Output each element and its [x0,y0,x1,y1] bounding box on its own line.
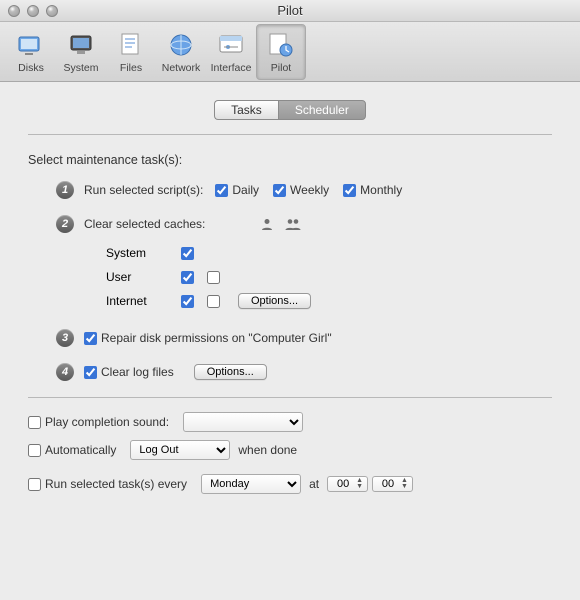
network-icon [166,30,196,60]
auto-post-label: when done [238,443,297,457]
checkbox-run-every[interactable]: Run selected task(s) every [28,477,187,491]
cache-row-user: User [56,265,552,289]
hour-down[interactable]: ▼ [356,484,363,490]
cache-internet-user-checkbox[interactable] [181,295,194,308]
checkbox-weekly[interactable]: Weekly [273,183,329,197]
hour-input[interactable] [332,478,354,490]
divider-2 [28,397,552,398]
toolbar-label: Network [162,62,201,74]
day-select[interactable]: Monday [201,474,301,494]
logs-options-button[interactable]: Options... [194,364,267,380]
tab-scheduler[interactable]: Scheduler [278,100,366,120]
section-title: Select maintenance task(s): [28,153,552,167]
toolbar-label: System [63,62,98,74]
internet-options-button[interactable]: Options... [238,293,311,309]
cache-row-internet: Internet Options... [56,289,552,313]
checkbox-repair-permissions[interactable]: Repair disk permissions on "Computer Gir… [84,331,332,345]
user-icon [254,217,280,231]
interface-icon [216,30,246,60]
cache-user-group-checkbox[interactable] [207,271,220,284]
divider [28,134,552,135]
cache-row-system: System [56,241,552,265]
hour-stepper[interactable]: ▲▼ [327,476,368,492]
toolbar-label: Pilot [271,62,291,74]
toolbar-label: Disks [18,62,44,74]
step-2-label: Clear selected caches: [84,217,254,231]
window-title: Pilot [0,3,580,18]
disks-icon [16,30,46,60]
auto-action-select[interactable]: Log Out [130,440,230,460]
clear-logs-label: Clear log files [101,365,174,379]
step-1-row: 1 Run selected script(s): Daily Weekly M… [56,181,552,199]
step-2-row: 2 Clear selected caches: [56,215,552,233]
play-sound-label: Play completion sound: [45,415,169,429]
minute-input[interactable] [377,478,399,490]
schedule-row: Run selected task(s) every Monday at ▲▼ … [28,474,552,494]
cache-system-label: System [56,246,176,260]
cache-internet-label: Internet [56,294,176,308]
repair-label: Repair disk permissions on "Computer Gir… [101,331,332,345]
step-1-label: Run selected script(s): [84,183,203,197]
cache-user-label: User [56,270,176,284]
toolbar-item-disks[interactable]: Disks [6,24,56,80]
toolbar-item-files[interactable]: Files [106,24,156,80]
files-icon [116,30,146,60]
cache-internet-group-checkbox[interactable] [207,295,220,308]
step-badge-3: 3 [56,329,74,347]
toolbar-label: Interface [211,62,252,74]
run-every-label: Run selected task(s) every [45,477,187,491]
cache-grid: System User Internet Options... [56,241,552,313]
minute-down[interactable]: ▼ [401,484,408,490]
checkbox-daily[interactable]: Daily [215,183,259,197]
content-area: Tasks Scheduler Select maintenance task(… [0,82,580,600]
monthly-label: Monthly [360,183,402,197]
checkbox-play-sound[interactable]: Play completion sound: [28,415,169,429]
cache-system-user-checkbox[interactable] [181,247,194,260]
cache-user-user-checkbox[interactable] [181,271,194,284]
titlebar: Pilot [0,0,580,22]
step-badge-2: 2 [56,215,74,233]
pilot-icon [266,30,296,60]
toolbar-label: Files [120,62,142,74]
toolbar: Disks System Files Network Interface Pil… [0,22,580,82]
checkbox-clear-logs[interactable]: Clear log files [84,365,174,379]
checkbox-automatically[interactable]: Automatically [28,443,116,457]
sound-select[interactable] [183,412,303,432]
group-icon [280,217,306,231]
toolbar-item-interface[interactable]: Interface [206,24,256,80]
step-4-row: 4 Clear log files Options... [56,363,552,381]
step-2-block: 2 Clear selected caches: System User [28,215,552,313]
daily-label: Daily [232,183,259,197]
toolbar-item-system[interactable]: System [56,24,106,80]
auto-row: Automatically Log Out when done [28,440,552,460]
at-label: at [309,477,319,491]
weekly-label: Weekly [290,183,329,197]
step-3-row: 3 Repair disk permissions on "Computer G… [56,329,552,347]
tab-bar: Tasks Scheduler [28,100,552,120]
minute-stepper[interactable]: ▲▼ [372,476,413,492]
toolbar-item-network[interactable]: Network [156,24,206,80]
system-icon [66,30,96,60]
step-badge-4: 4 [56,363,74,381]
step-badge-1: 1 [56,181,74,199]
toolbar-item-pilot[interactable]: Pilot [256,24,306,80]
auto-pre-label: Automatically [45,443,116,457]
checkbox-monthly[interactable]: Monthly [343,183,402,197]
tab-tasks[interactable]: Tasks [214,100,278,120]
play-sound-row: Play completion sound: [28,412,552,432]
